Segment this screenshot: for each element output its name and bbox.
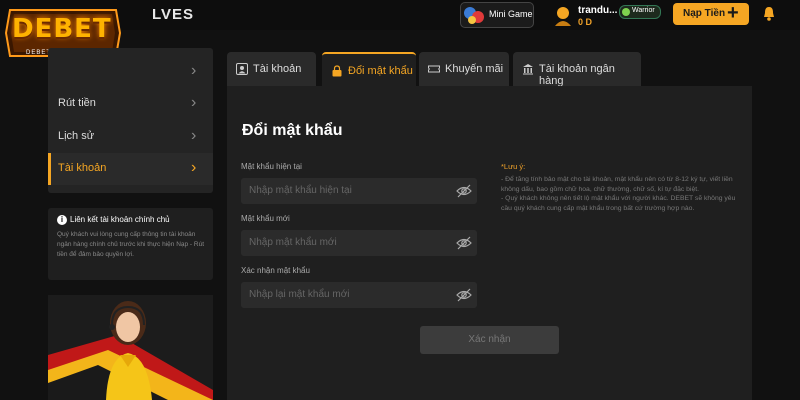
chevron-right-icon: › (191, 159, 197, 176)
chevron-right-icon: › (191, 127, 197, 144)
ticket-icon (428, 65, 440, 73)
tab-label: Khuyến mãi (445, 63, 504, 75)
info-body: Quý khách vui lòng cung cấp thông tin tà… (57, 231, 205, 258)
chevron-right-icon: › (191, 62, 197, 79)
bank-icon (523, 64, 533, 75)
sidebar-menu: › Rút tiền › Lịch sử › Tài khoản › (48, 48, 213, 193)
new-password-placeholder: Nhập mật khẩu mới (249, 237, 337, 248)
rank-icon (622, 8, 630, 16)
deposit-button[interactable]: Nạp Tiền + (673, 2, 749, 25)
new-password-label: Mật khẩu mới (241, 214, 290, 223)
lock-icon (332, 65, 342, 77)
plus-icon: + (727, 2, 739, 24)
info-title: Liên kết tài khoản chính chủ (70, 215, 170, 224)
tab-bank-account[interactable]: Tài khoản ngân hàng (513, 52, 641, 87)
user-card-icon (236, 63, 248, 75)
tab-label: Tài khoản (253, 63, 302, 75)
eye-slash-icon[interactable] (456, 235, 472, 251)
user-balance: 0 D (578, 17, 593, 27)
account-link-info: i Liên kết tài khoản chính chủ Quý khách… (48, 208, 213, 280)
tab-account[interactable]: Tài khoản (227, 52, 316, 86)
sidebar-item-deposit[interactable]: › (48, 56, 213, 88)
current-password-field[interactable]: Nhập mật khẩu hiện tại (241, 178, 477, 204)
tab-label: Đổi mật khẩu (348, 65, 413, 77)
current-password-placeholder: Nhập mật khẩu hiện tại (249, 185, 352, 196)
logo-text: DEBET (12, 14, 112, 44)
sidebar-item-history[interactable]: Lịch sử › (48, 121, 213, 153)
tab-promotions[interactable]: Khuyến mãi (419, 52, 509, 86)
current-password-label: Mật khẩu hiện tại (241, 162, 302, 171)
confirm-button-label: Xác nhận (468, 334, 511, 345)
password-note: *Lưu ý: - Để tăng tính bảo mật cho tài k… (501, 162, 741, 213)
page-title: Đổi mật khẩu (242, 122, 343, 139)
active-indicator (48, 153, 51, 185)
eye-slash-icon[interactable] (456, 287, 472, 303)
rank-label: Warrior (632, 7, 655, 14)
account-tabs: Tài khoản Đổi mật khẩu Khuyến mãi Tài kh… (227, 52, 752, 88)
tab-change-password[interactable]: Đổi mật khẩu (322, 52, 416, 88)
sidebar-item-label: Tài khoản (58, 162, 107, 174)
mini-game-button[interactable]: Mini Game (460, 2, 534, 28)
deposit-label: Nạp Tiền (683, 8, 726, 19)
sidebar-item-label: Rút tiền (58, 97, 96, 109)
chevron-right-icon: › (191, 94, 197, 111)
user-avatar-icon (555, 7, 571, 26)
rank-badge: Warrior (619, 5, 661, 19)
note-line: - Quý khách không nên tiết lộ mật khẩu v… (501, 195, 736, 212)
sidebar-item-label: Lịch sử (58, 130, 95, 142)
user-name: trandu... (578, 5, 618, 16)
note-title: *Lưu ý: (501, 162, 526, 171)
confirm-button[interactable]: Xác nhận (420, 326, 559, 354)
new-password-field[interactable]: Nhập mật khẩu mới (241, 230, 477, 256)
note-line: - Để tăng tính bảo mật cho tài khoản, mậ… (501, 176, 733, 193)
confirm-password-placeholder: Nhập lại mật khẩu mới (249, 289, 350, 300)
eye-slash-icon[interactable] (456, 183, 472, 199)
confirm-password-label: Xác nhận mật khẩu (241, 266, 310, 275)
info-icon: i (57, 215, 67, 225)
game-balls-icon (464, 7, 484, 24)
mini-game-label: Mini Game (489, 9, 533, 19)
sidebar-item-account[interactable]: Tài khoản › (48, 153, 213, 185)
support-banner[interactable] (48, 295, 213, 400)
brand-name-tail: LVES (152, 6, 195, 23)
tab-label: Tài khoản ngân hàng (539, 63, 615, 87)
sidebar-item-withdraw[interactable]: Rút tiền › (48, 88, 213, 120)
support-agent-illustration (48, 301, 213, 400)
bell-icon[interactable] (761, 6, 777, 22)
confirm-password-field[interactable]: Nhập lại mật khẩu mới (241, 282, 477, 308)
change-password-panel: Đổi mật khẩu Mật khẩu hiện tại Nhập mật … (227, 86, 752, 400)
